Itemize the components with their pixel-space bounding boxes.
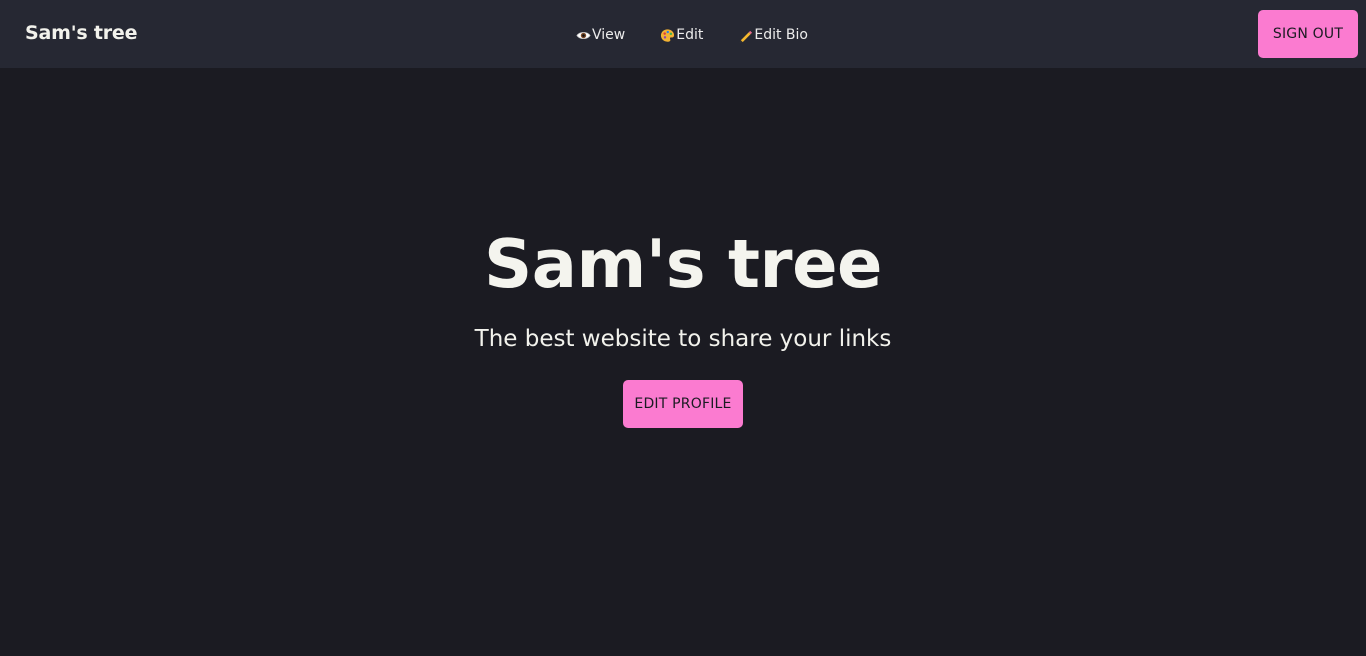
hero-subtitle: The best website to share your links [474,326,892,352]
palette-icon [659,27,675,43]
nav-link-edit-bio[interactable]: Edit Bio [737,27,808,43]
pencil-icon [737,27,753,43]
nav-links: View Edit Edit Bio [575,26,808,44]
edit-profile-button[interactable]: EDIT PROFILE [623,380,743,428]
nav-link-view[interactable]: View [575,27,625,43]
nav-link-view-label: View [592,27,626,43]
nav-link-edit-bio-label: Edit Bio [754,27,808,43]
top-navbar: Sam's tree View Edit Edit Bio SIGN OUT [0,0,1366,68]
nav-link-edit[interactable]: Edit [659,27,703,43]
eye-icon [575,27,591,43]
nav-link-edit-label: Edit [676,27,704,43]
sign-out-button[interactable]: SIGN OUT [1258,10,1358,58]
hero-title: Sam's tree [484,225,882,303]
brand-title[interactable]: Sam's tree [25,22,137,44]
